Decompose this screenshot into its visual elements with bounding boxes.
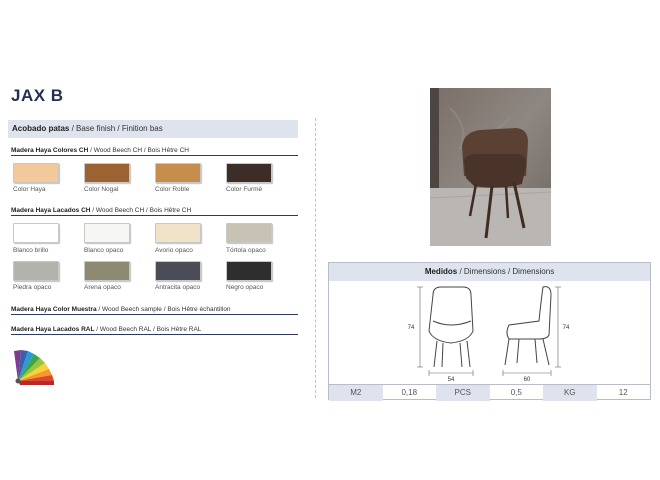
section-title: Madera Haya Color Muestra xyxy=(11,306,97,313)
swatch-label: Tórtola opaco xyxy=(226,247,266,254)
column-divider xyxy=(315,118,316,398)
side-height-label: 74 xyxy=(563,325,570,331)
spec-pcs-value: 0,5 xyxy=(510,388,522,397)
swatch-color-furme[interactable] xyxy=(226,163,272,183)
swatch-label: Piedra opaco xyxy=(13,284,52,291)
section-lacados-ch: Madera Haya Lacados CH / Wood Beech CH /… xyxy=(11,206,298,216)
dimensions-translation: / Dimensions / Dimensions xyxy=(457,267,555,276)
spec-m2-value: 0,18 xyxy=(401,388,418,397)
swatch-label: Blanco opaco xyxy=(84,247,124,254)
spec-kg-value: 12 xyxy=(618,388,628,397)
swatch-label: Color Haya xyxy=(13,186,46,193)
swatch-color-roble[interactable] xyxy=(155,163,201,183)
swatch-label: Negro opaco xyxy=(226,284,264,291)
dimensions-panel: Medidos / Dimensions / Dimensions 74 54 xyxy=(328,262,651,401)
section-title: Madera Haya Colores CH xyxy=(11,147,89,154)
swatch-label: Antracita opaco xyxy=(155,284,201,291)
front-view-drawing xyxy=(428,286,474,368)
swatch-arena-opaco[interactable] xyxy=(84,261,130,281)
spec-pcs-label: PCS xyxy=(436,385,490,401)
swatch-label: Blanco brillo xyxy=(13,247,49,254)
swatch-color-nogal[interactable] xyxy=(84,163,130,183)
swatch-label: Arena opaco xyxy=(84,284,121,291)
swatch-negro-opaco[interactable] xyxy=(226,261,272,281)
dimensions-title: Medidos xyxy=(424,267,458,276)
front-width-label: 54 xyxy=(448,377,455,383)
section-title: Madera Haya Lacados RAL xyxy=(11,326,95,333)
front-height-label: 74 xyxy=(408,325,415,331)
base-finish-translation: / Base finish / Finition bas xyxy=(69,124,163,133)
product-photo xyxy=(430,88,551,246)
section-color-muestra: Madera Haya Color Muestra / Wood Beech s… xyxy=(11,305,298,315)
swatch-piedra-opaco[interactable] xyxy=(13,261,59,281)
section-translation: / Wood Beech RAL / Bois Hêtre RAL xyxy=(94,326,202,333)
swatch-antracita-opaco[interactable] xyxy=(155,261,201,281)
spec-row: M2 0,18 PCS 0,5 KG 12 xyxy=(329,384,650,401)
dimensions-header: Medidos / Dimensions / Dimensions xyxy=(329,263,650,281)
product-title: JAX B xyxy=(11,86,64,105)
section-translation: / Wood Beech CH / Bois Hêtre CH xyxy=(88,147,189,154)
swatch-label: Color Nogal xyxy=(84,186,119,193)
swatch-label: Color Roble xyxy=(155,186,190,193)
side-depth-label: 60 xyxy=(524,377,531,383)
section-title: Madera Haya Lacados CH xyxy=(11,207,91,214)
swatch-avorio-opaco[interactable] xyxy=(155,223,201,243)
section-translation: / Wood Beech sample / Bois Hêtre échanti… xyxy=(96,306,231,313)
swatch-blanco-opaco[interactable] xyxy=(84,223,130,243)
ral-color-fan-icon xyxy=(14,350,54,385)
section-colores-ch: Madera Haya Colores CH / Wood Beech CH /… xyxy=(11,146,298,156)
swatch-color-haya[interactable] xyxy=(13,163,59,183)
swatch-label: Avorio opaco xyxy=(155,247,193,254)
spec-m2-label: M2 xyxy=(329,385,383,401)
section-translation: / Wood Beech CH / Bois Hêtre CH xyxy=(90,207,192,214)
swatch-tortola-opaco[interactable] xyxy=(226,223,272,243)
spec-kg-label: KG xyxy=(543,385,597,401)
side-view-drawing xyxy=(504,286,552,366)
swatch-blanco-brillo[interactable] xyxy=(13,223,59,243)
swatch-label: Color Furmé xyxy=(226,186,263,193)
section-lacados-ral: Madera Haya Lacados RAL / Wood Beech RAL… xyxy=(11,325,298,335)
dimension-drawing: 74 54 74 60 xyxy=(408,286,570,383)
base-finish-header: Acobado patas / Base finish / Finition b… xyxy=(8,120,298,138)
base-finish-label: Acobado patas xyxy=(12,124,70,133)
